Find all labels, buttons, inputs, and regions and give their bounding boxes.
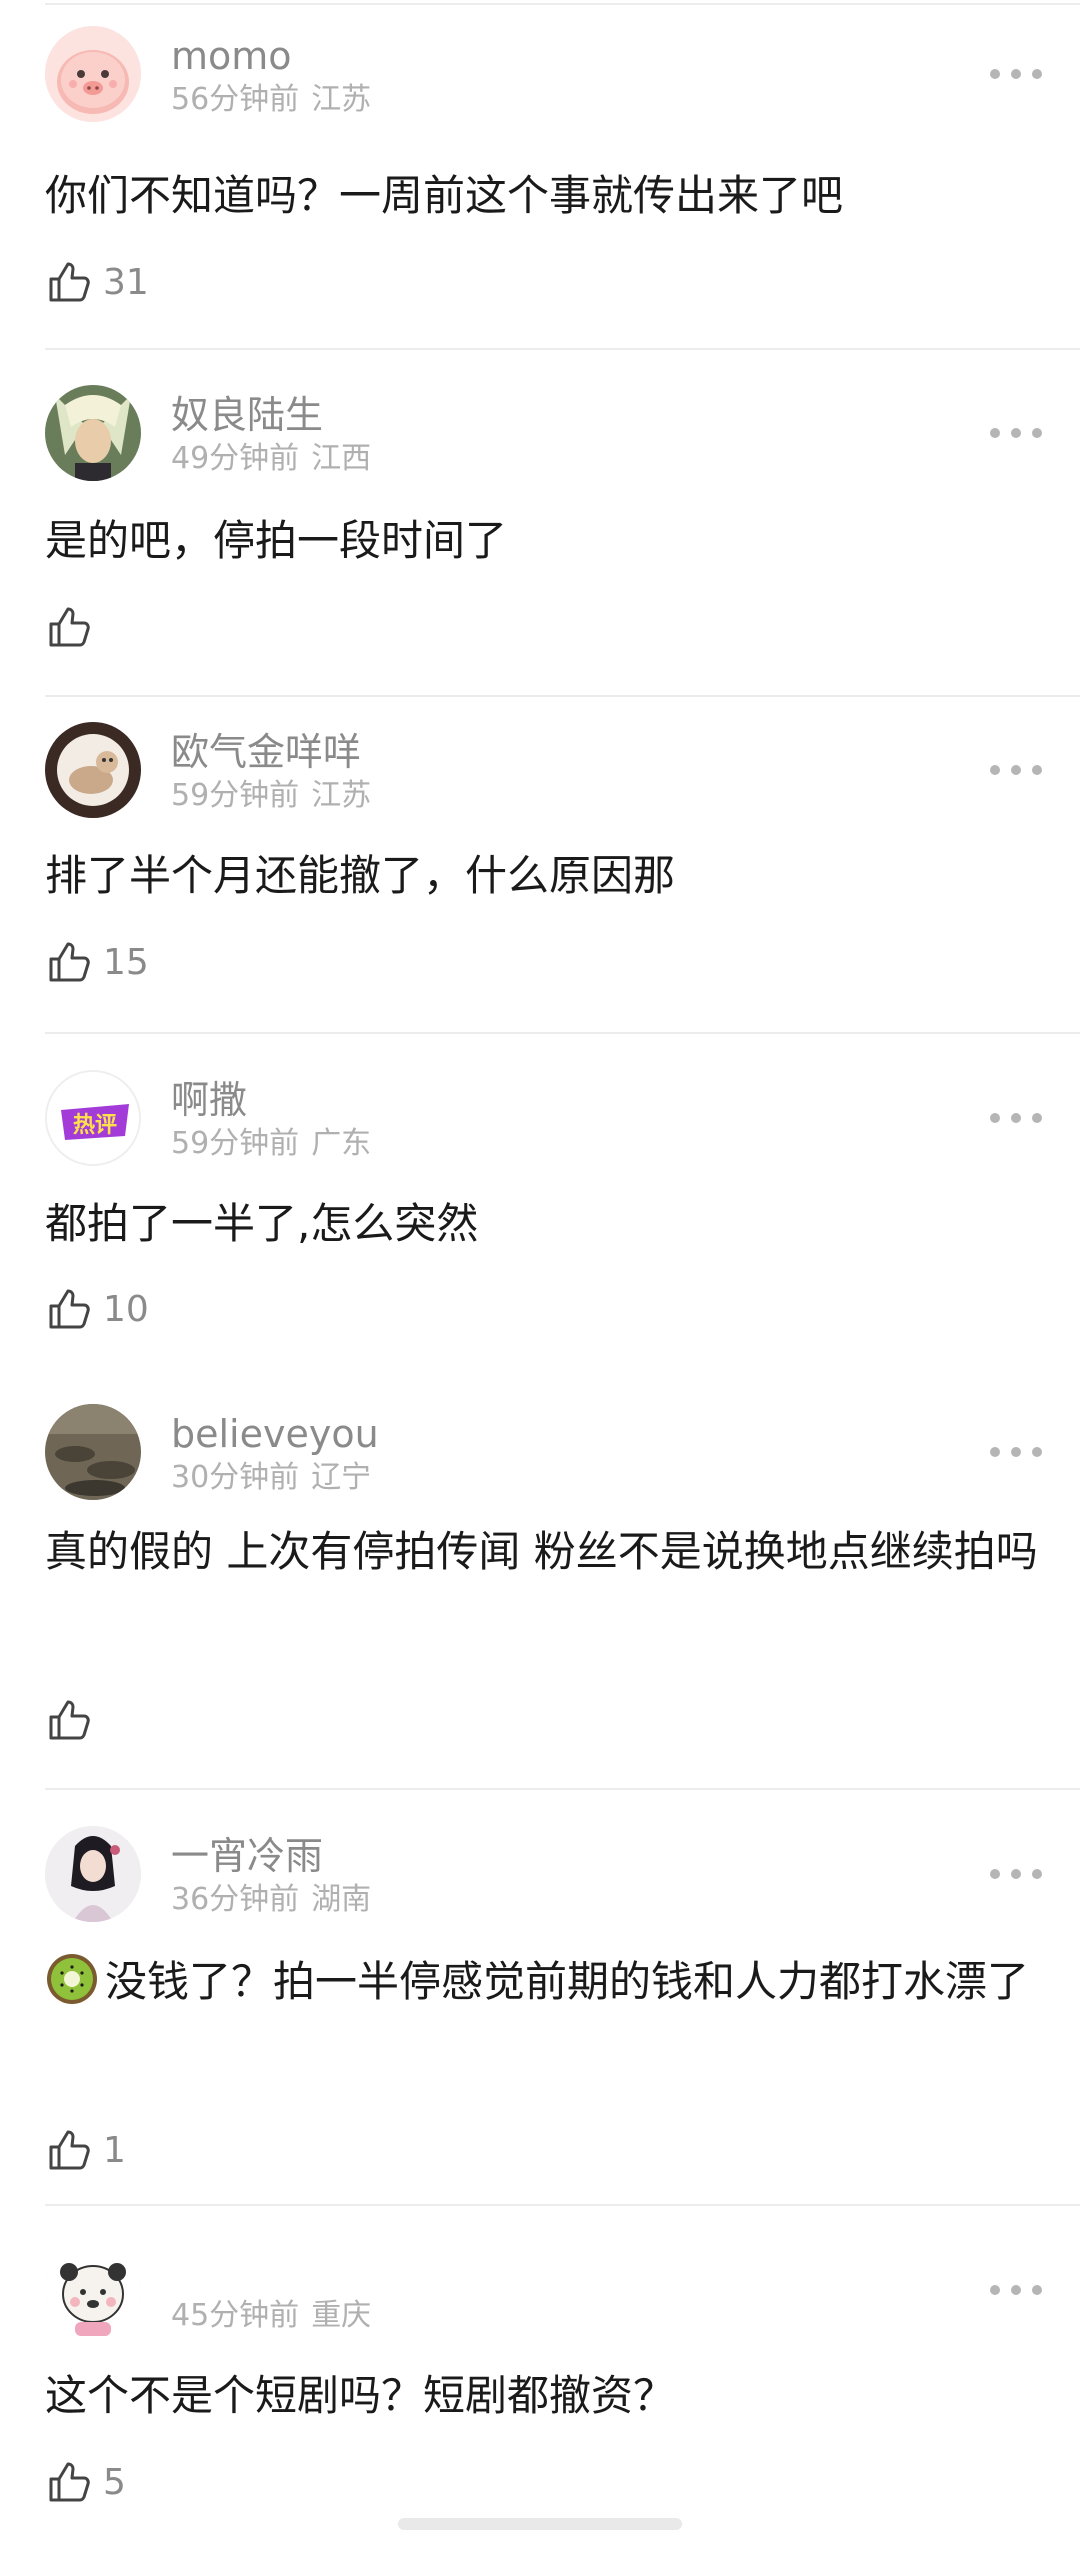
thumbs-up-icon [45, 2126, 93, 2174]
more-options-button[interactable] [990, 425, 1042, 441]
comment-text: 这个不是个短剧吗？短剧都撤资？ [45, 2371, 676, 2420]
like-count: 1 [103, 2129, 126, 2171]
thumbs-up-icon [45, 2458, 93, 2506]
comment-text: 没钱了？拍一半停感觉前期的钱和人力都打水漂了 [45, 1936, 1045, 2028]
comment-text: 真的假的 上次有停拍传闻 粉丝不是说换地点继续拍吗 [45, 1527, 1038, 1576]
username[interactable]: 啊撒 [171, 1078, 247, 1122]
comment-meta: 30分钟前 辽宁 [171, 1460, 371, 1496]
kiwi-emoji-icon [45, 1946, 99, 2004]
comment-time: 45分钟前 [171, 2298, 300, 2333]
thumbs-up-icon [45, 1696, 93, 1744]
comment-time: 36分钟前 [171, 1882, 300, 1917]
comment-divider [45, 1032, 1080, 1034]
comment-location: 湖南 [311, 1882, 372, 1917]
like-count: 31 [103, 261, 149, 303]
more-options-button[interactable] [990, 762, 1042, 778]
comment-time: 59分钟前 [171, 778, 300, 813]
user-avatar[interactable] [45, 722, 141, 818]
comment-location: 江苏 [311, 778, 372, 813]
user-avatar[interactable] [45, 2242, 141, 2338]
more-options-button[interactable] [990, 1110, 1042, 1126]
more-options-button[interactable] [990, 66, 1042, 82]
like-count: 10 [103, 1288, 149, 1330]
thumbs-up-icon [45, 1285, 93, 1333]
user-avatar[interactable] [45, 385, 141, 481]
like-button[interactable]: 31 [45, 254, 149, 310]
comment-divider [45, 695, 1080, 697]
username[interactable]: 欧气金咩咩 [171, 730, 361, 774]
comment-divider [45, 1788, 1080, 1790]
comment-location: 江苏 [311, 82, 372, 117]
more-options-button[interactable] [990, 1444, 1042, 1460]
username[interactable]: believeyou [171, 1412, 379, 1456]
comment-text-body: 没钱了？拍一半停感觉前期的钱和人力都打水漂了 [105, 1957, 1030, 2006]
comment-meta: 49分钟前 江西 [171, 441, 371, 477]
thumbs-up-icon [45, 603, 93, 651]
like-button[interactable]: 1 [45, 2122, 126, 2178]
more-options-button[interactable] [990, 1866, 1042, 1882]
like-button[interactable]: 15 [45, 934, 149, 990]
comment-time: 59分钟前 [171, 1126, 300, 1161]
comment-location: 重庆 [311, 2298, 372, 2333]
comment-text: 是的吧，停拍一段时间了 [45, 516, 508, 565]
user-avatar[interactable]: 热评 [45, 1070, 141, 1166]
more-options-button[interactable] [990, 2282, 1042, 2298]
like-button[interactable]: 10 [45, 1281, 149, 1337]
comment-meta: 59分钟前 江苏 [171, 778, 371, 814]
like-button[interactable]: 5 [45, 2454, 126, 2510]
comment-meta: 59分钟前 广东 [171, 1126, 371, 1162]
comment-time: 56分钟前 [171, 82, 300, 117]
comment-time: 30分钟前 [171, 1460, 300, 1495]
like-count: 5 [103, 2461, 126, 2503]
username[interactable]: 奴良陆生 [171, 393, 323, 437]
top-divider [45, 3, 1080, 5]
comment-divider [45, 348, 1080, 350]
like-button[interactable] [45, 599, 103, 655]
comment-time: 49分钟前 [171, 441, 300, 476]
comment-text: 都拍了一半了,怎么突然 [45, 1199, 479, 1248]
comment-location: 辽宁 [311, 1460, 372, 1495]
user-avatar[interactable] [45, 1404, 141, 1500]
thumbs-up-icon [45, 938, 93, 986]
user-avatar[interactable] [45, 1826, 141, 1922]
thumbs-up-icon [45, 258, 93, 306]
comment-location: 广东 [311, 1126, 372, 1161]
comment-text: 你们不知道吗？一周前这个事就传出来了吧 [45, 171, 844, 220]
comment-meta: 36分钟前 湖南 [171, 1882, 371, 1918]
comment-location: 江西 [311, 441, 372, 476]
comment-text: 排了半个月还能撤了，什么原因那 [45, 851, 676, 900]
like-count: 15 [103, 941, 149, 983]
username[interactable]: momo [171, 34, 292, 78]
comment-meta: 56分钟前 江苏 [171, 82, 371, 118]
svg-text:热评: 热评 [73, 1112, 117, 1138]
username[interactable]: 一宵冷雨 [171, 1834, 323, 1878]
home-indicator[interactable] [398, 2518, 682, 2530]
comment-meta: 45分钟前 重庆 [171, 2298, 371, 2334]
like-button[interactable] [45, 1692, 103, 1748]
user-avatar[interactable] [45, 26, 141, 122]
comment-divider [45, 2204, 1080, 2206]
